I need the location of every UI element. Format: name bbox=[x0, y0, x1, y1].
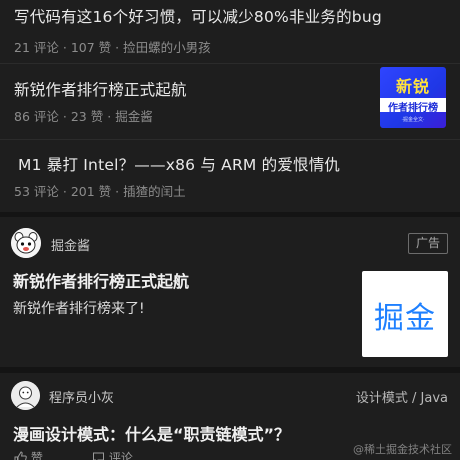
article-title[interactable]: 新锐作者排行榜正式起航 bbox=[14, 78, 187, 100]
thumbnail-text: 作者排行榜 bbox=[388, 103, 438, 114]
avatar[interactable] bbox=[11, 228, 41, 258]
post-tags[interactable]: 设计模式 / Java bbox=[356, 387, 448, 406]
author-name[interactable]: 插猹的闰土 bbox=[123, 184, 186, 199]
meta-separator: · bbox=[115, 184, 120, 199]
juejin-logo-text: 掘金 bbox=[374, 301, 436, 336]
avatar[interactable] bbox=[11, 381, 40, 410]
comment-label: 评论 bbox=[108, 451, 133, 460]
article-thumbnail[interactable]: 新锐 作者排行榜 ·掘金全文· bbox=[380, 67, 446, 128]
thumbnail-text: ·掘金全文· bbox=[401, 117, 425, 123]
user-avatar-icon bbox=[11, 381, 40, 410]
meta-separator: · bbox=[115, 40, 120, 55]
like-count: 107 赞 bbox=[70, 40, 112, 55]
meta-separator: · bbox=[62, 40, 67, 55]
like-label: 赞 bbox=[30, 451, 43, 460]
comment-button[interactable]: 评论 bbox=[92, 449, 133, 460]
meta-separator: · bbox=[107, 109, 112, 124]
like-button[interactable]: 赞 bbox=[14, 449, 43, 460]
watermark: @稀土掘金技术社区 bbox=[353, 443, 452, 456]
ad-thumbnail[interactable]: 掘金 bbox=[362, 271, 448, 357]
mascot-avatar-icon bbox=[11, 228, 41, 258]
article-meta: 53 评论 · 201 赞 · 插猹的闰土 bbox=[14, 181, 186, 200]
comment-count: 86 评论 bbox=[14, 109, 59, 124]
ad-description: 新锐作者排行榜来了! bbox=[13, 301, 145, 317]
article-meta: 86 评论 · 23 赞 · 掘金酱 bbox=[14, 106, 153, 125]
article-title[interactable]: M1 暴打 Intel？——x86 与 ARM 的爱恨情仇 bbox=[18, 153, 340, 175]
meta-separator: · bbox=[62, 184, 67, 199]
feed-item[interactable]: M1 暴打 Intel？——x86 与 ARM 的爱恨情仇 53 评论 · 20… bbox=[0, 140, 460, 212]
thumbs-up-icon bbox=[14, 451, 31, 460]
comment-icon bbox=[92, 451, 109, 460]
comment-count: 21 评论 bbox=[14, 40, 59, 55]
article-title[interactable]: 写代码有这16个好习惯，可以减少80%非业务的bug bbox=[14, 5, 382, 27]
post-author-name[interactable]: 程序员小灰 bbox=[49, 387, 114, 406]
meta-separator: · bbox=[62, 109, 67, 124]
post-title[interactable]: 漫画设计模式：什么是“职责链模式”？ bbox=[13, 421, 290, 445]
thumbnail-text: 新锐 bbox=[395, 77, 430, 96]
feed-item[interactable]: 写代码有这16个好习惯，可以减少80%非业务的bug 21 评论 · 107 赞… bbox=[0, 0, 460, 63]
like-count: 23 赞 bbox=[70, 109, 104, 124]
like-count: 201 赞 bbox=[70, 184, 112, 199]
article-meta: 21 评论 · 107 赞 · 捡田螺的小男孩 bbox=[14, 37, 211, 56]
author-name[interactable]: 掘金酱 bbox=[115, 109, 153, 124]
ad-title[interactable]: 新锐作者排行榜正式起航 bbox=[13, 268, 189, 292]
comment-count: 53 评论 bbox=[14, 184, 59, 199]
ad-author-name[interactable]: 掘金酱 bbox=[51, 235, 90, 254]
author-name[interactable]: 捡田螺的小男孩 bbox=[123, 40, 211, 55]
ad-badge: 广告 bbox=[407, 233, 448, 254]
